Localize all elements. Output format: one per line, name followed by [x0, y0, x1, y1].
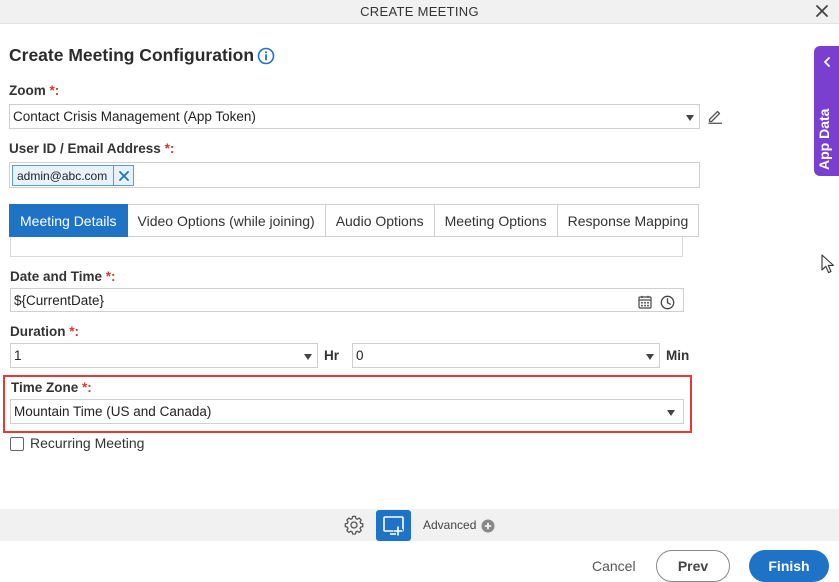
calendar-icon[interactable] — [638, 295, 652, 309]
info-icon[interactable] — [257, 47, 275, 65]
screen-add-icon — [383, 516, 404, 536]
chevron-down-icon — [667, 410, 675, 416]
zoom-select[interactable]: Contact Crisis Management (App Token) — [9, 104, 700, 129]
bottom-toolbar — [0, 509, 839, 541]
gear-icon[interactable] — [343, 514, 365, 536]
mouse-cursor-icon — [821, 254, 834, 274]
plus-circle-icon[interactable] — [481, 519, 495, 533]
date-time-label-text: Date and Time — [10, 269, 103, 284]
hours-unit-label: Hr — [324, 348, 340, 363]
user-label-text: User ID / Email Address — [9, 141, 161, 156]
title-bar: CREATE MEETING — [0, 0, 839, 24]
prev-button[interactable]: Prev — [656, 550, 730, 582]
minutes-unit-label: Min — [666, 348, 690, 363]
duration-label-text: Duration — [10, 324, 66, 339]
scrolled-field-remnant — [10, 237, 683, 257]
close-icon — [118, 170, 129, 181]
chevron-down-icon — [304, 354, 312, 360]
chip-remove-button[interactable] — [113, 166, 133, 185]
date-time-label: Date and Time *: — [10, 269, 116, 284]
tab-response-mapping[interactable]: Response Mapping — [557, 204, 700, 237]
required-marker: *: — [69, 324, 80, 339]
user-label: User ID / Email Address *: — [9, 141, 174, 156]
zoom-label: Zoom *: — [9, 83, 59, 98]
app-data-panel-toggle[interactable]: App Data — [814, 46, 839, 176]
chevron-left-icon — [824, 57, 830, 67]
window-title: CREATE MEETING — [360, 4, 479, 19]
time-zone-label: Time Zone *: — [11, 380, 92, 395]
tab-meeting-details[interactable]: Meeting Details — [9, 204, 128, 237]
required-marker: *: — [82, 380, 92, 395]
time-zone-value: Mountain Time (US and Canada) — [14, 404, 212, 419]
advanced-link[interactable]: Advanced — [423, 518, 476, 532]
recurring-label: Recurring Meeting — [30, 435, 145, 451]
screen-share-button[interactable] — [376, 510, 411, 541]
pencil-icon[interactable] — [707, 108, 723, 124]
zoom-label-text: Zoom — [9, 83, 46, 98]
tab-meeting-options[interactable]: Meeting Options — [434, 204, 558, 237]
clock-icon[interactable] — [660, 295, 675, 310]
duration-hours-value: 1 — [14, 348, 22, 363]
required-marker: *: — [164, 141, 175, 156]
finish-button[interactable]: Finish — [749, 550, 829, 582]
app-data-label: App Data — [816, 108, 832, 170]
tab-audio-options[interactable]: Audio Options — [325, 204, 435, 237]
email-chip-text: admin@abc.com — [17, 168, 108, 183]
required-marker: *: — [49, 83, 60, 98]
email-chip: admin@abc.com — [12, 165, 135, 186]
page-title: Create Meeting Configuration — [9, 45, 255, 65]
duration-hours-select[interactable]: 1 — [10, 343, 318, 368]
cancel-button[interactable]: Cancel — [592, 558, 636, 574]
chevron-down-icon — [686, 115, 694, 121]
close-icon[interactable] — [813, 2, 831, 20]
duration-minutes-value: 0 — [356, 348, 364, 363]
required-marker: *: — [105, 269, 116, 284]
time-zone-select[interactable]: Mountain Time (US and Canada) — [10, 399, 684, 424]
tab-video-options[interactable]: Video Options (while joining) — [127, 204, 326, 237]
date-time-input[interactable]: ${CurrentDate} — [10, 288, 684, 312]
time-zone-label-text: Time Zone — [11, 380, 79, 395]
tab-bar: Meeting Details Video Options (while joi… — [9, 204, 700, 237]
date-time-value: ${CurrentDate} — [14, 293, 105, 308]
duration-label: Duration *: — [10, 324, 79, 339]
duration-minutes-select[interactable]: 0 — [352, 343, 660, 368]
recurring-checkbox[interactable] — [10, 437, 24, 451]
zoom-select-value: Contact Crisis Management (App Token) — [13, 109, 256, 124]
chevron-down-icon — [646, 354, 654, 360]
